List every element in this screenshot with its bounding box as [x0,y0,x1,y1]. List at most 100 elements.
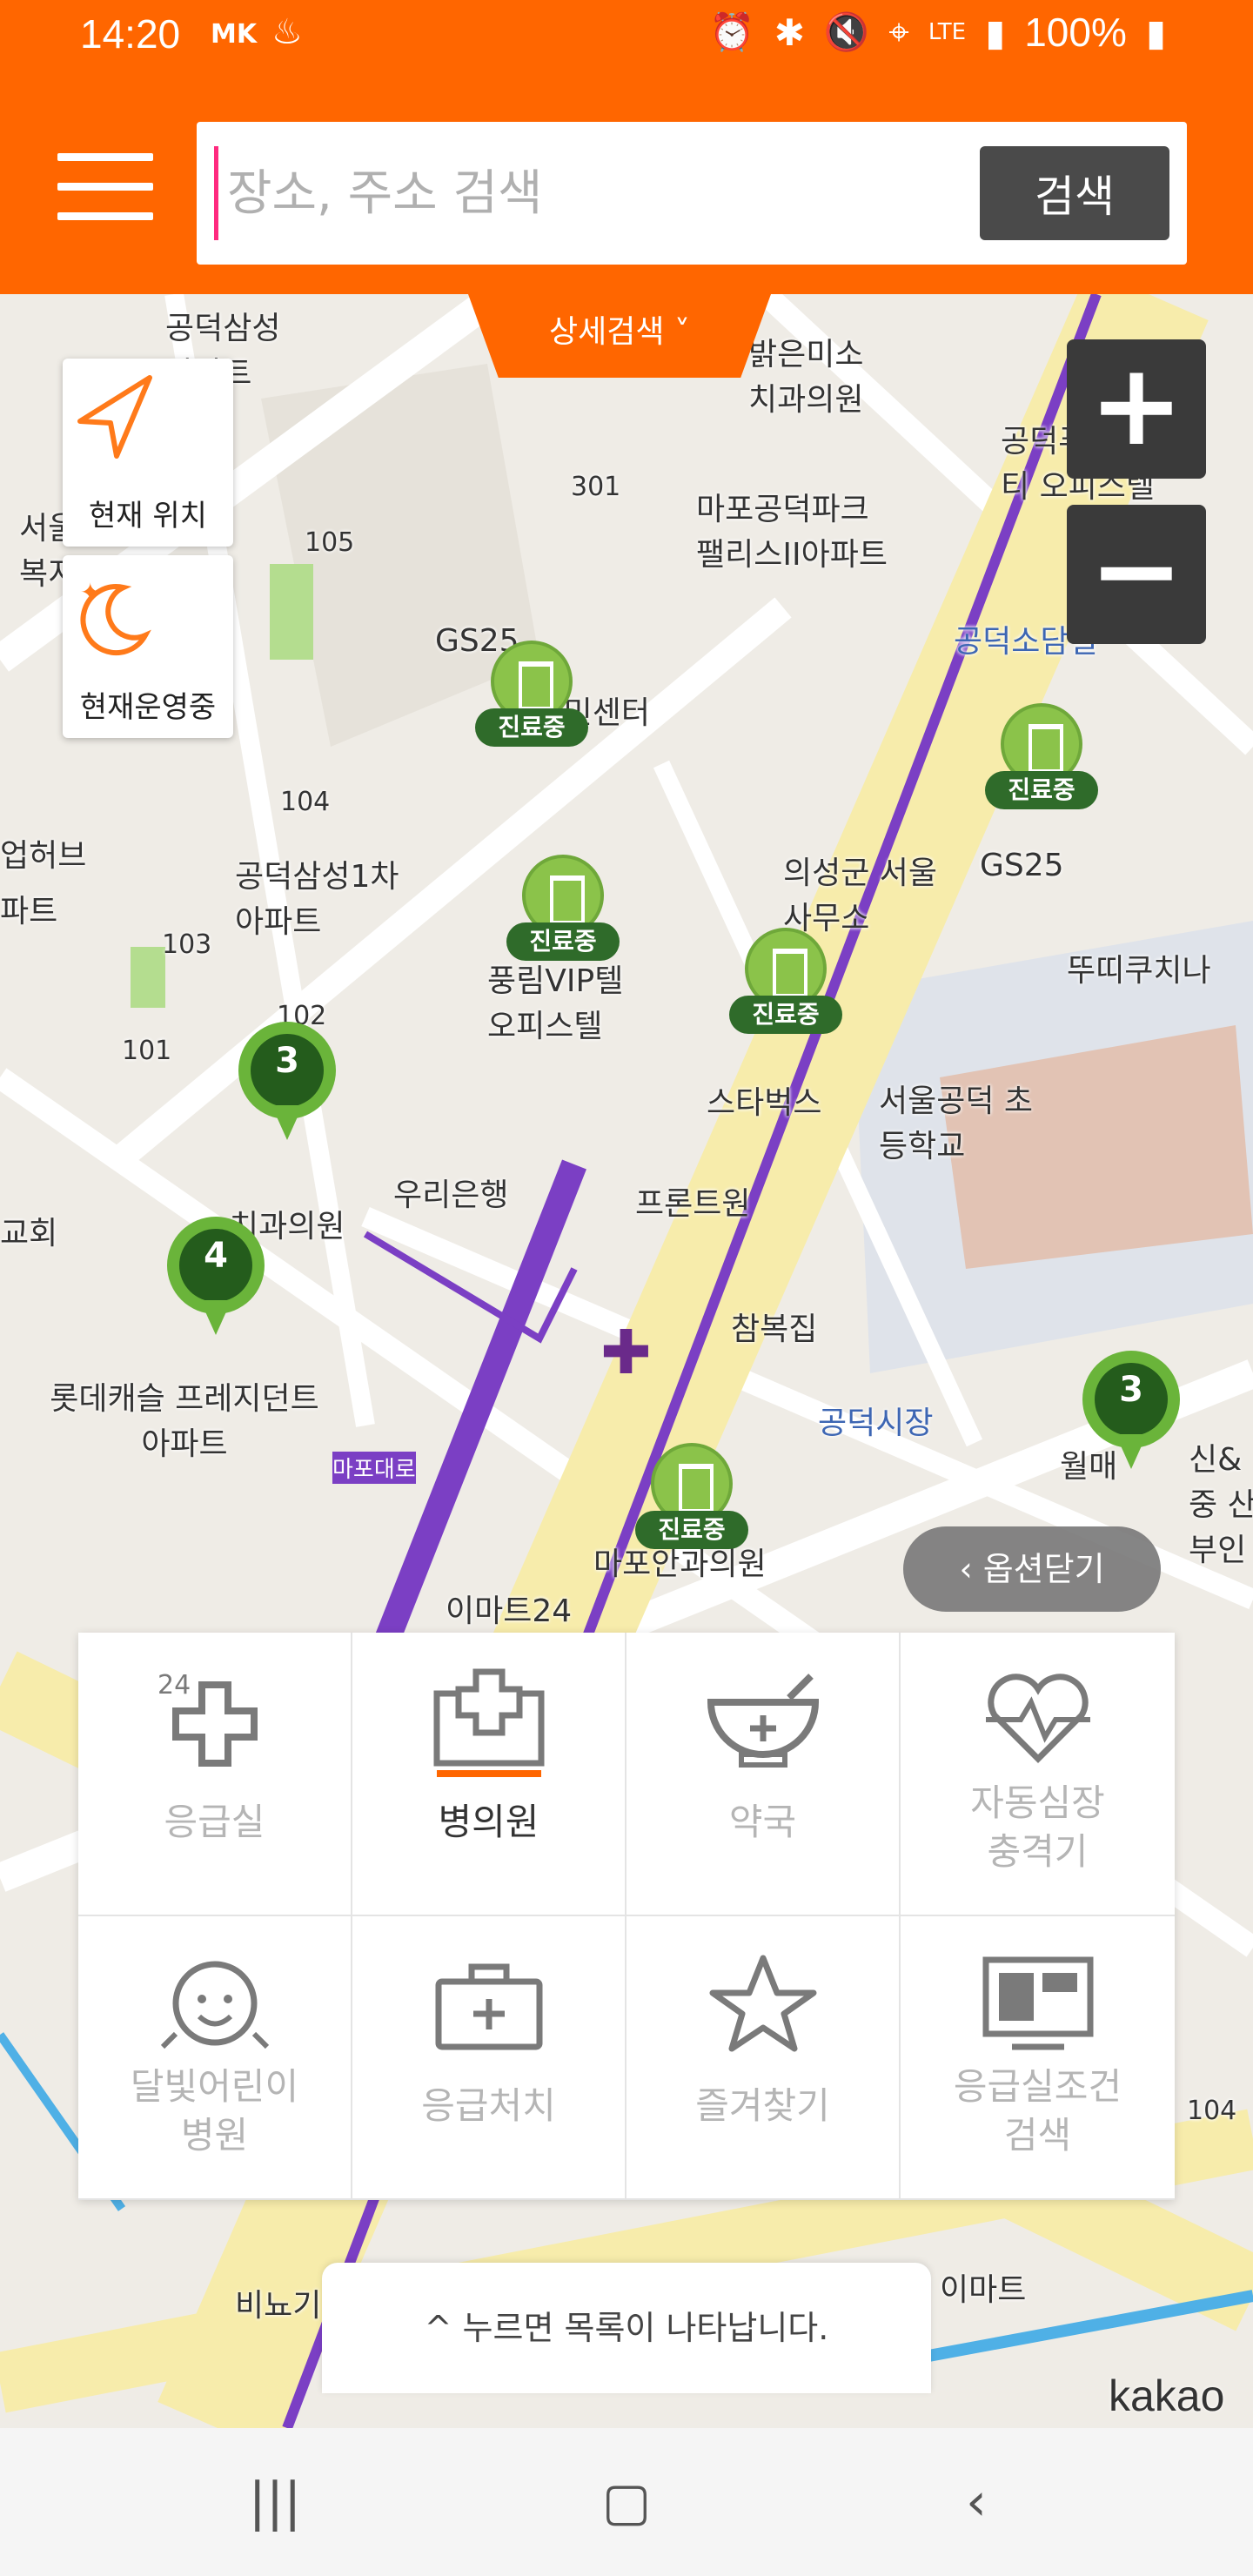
status-bar: 14:20 MK ♨ ⏰ ✱ 🔇 ⌖ LTE ▮ 100% ▮ [0,0,1253,73]
map-label: 업허브 [0,838,87,874]
map-label: 비뇨기 [235,2288,322,2324]
category-label: 병의원 [438,1801,539,1843]
cluster-marker[interactable]: 3 [238,1022,336,1144]
map-label: 101 [122,1036,172,1066]
detail-search-tab[interactable]: 상세검색 ˅ [468,294,771,378]
cluster-marker[interactable]: 4 [167,1217,265,1338]
map-label: 서울공덕 초등학교 [879,1083,1034,1164]
options-close-button[interactable]: ‹ 옵션닫기 [903,1526,1161,1612]
open-now-button[interactable]: ✦ 현재운영중 [63,555,233,738]
hospital-pin[interactable]: 진료중 [475,641,588,771]
map-label: 105 [305,527,355,558]
map-label: 밝은미소 치과의원 [748,337,864,418]
map-label: 마포대로 [332,1452,416,1484]
battery-level: 100% [1024,10,1127,55]
map-label: 공덕시장 [818,1405,934,1441]
cluster-count: 3 [275,1041,299,1081]
cluster-marker[interactable]: 3 [1082,1351,1180,1472]
system-nav-bar: ||| ▢ ‹ [0,2428,1253,2576]
status-time: 14:20 [80,11,181,57]
zoom-out-button[interactable]: − [1067,505,1206,644]
alarm-icon: ⏰ [709,10,755,53]
map-label: 롯데캐슬 프레지던트아파트 [50,1381,319,1462]
pharmacy-icon [707,1674,819,1768]
mute-icon: 🔇 [823,10,870,53]
list-hint-label: 누르면 목록이 나타납니다. [462,2309,829,2347]
home-icon[interactable]: ▢ [574,2463,679,2541]
svg-text:24: 24 [157,1670,191,1701]
child-hospital-icon [160,1961,269,2049]
map-label: 이마트24 [446,1593,573,1629]
category-favorites[interactable]: 즐겨찾기 [626,1916,901,2200]
chevron-left-icon: ‹ [959,1550,983,1588]
search-bar: 검색 [197,122,1187,265]
hospital-pin[interactable]: 진료중 [985,703,1098,834]
map-label: 공덕삼성1차 아파트 [235,859,399,940]
category-aed[interactable]: 자동심장 충격기 [901,1633,1175,1916]
map-label: 파트 [0,894,58,929]
options-close-label: 옵션닫기 [982,1550,1105,1588]
chevron-up-icon: ^ [424,2309,463,2347]
list-toggle-button[interactable]: ^ 누르면 목록이 나타납니다. [322,2263,931,2393]
category-label: 응급처치 [421,2084,556,2127]
category-child-hospital[interactable]: 달빛어린이 병원 [78,1916,352,2200]
hospital-pin[interactable]: 진료중 [506,855,620,985]
map-label: 참복집 [731,1311,818,1347]
battery-icon: ▮ [1145,10,1166,54]
map-label: 스타벅스 [707,1085,822,1121]
category-label: 즐겨찾기 [695,2084,830,2127]
recent-apps-icon[interactable]: ||| [223,2463,327,2541]
monitor-icon [982,1956,1093,2050]
map-label: 이마트 [940,2272,1027,2308]
bluetooth-icon: ✱ [774,10,805,54]
open-status-tag: 진료중 [635,1511,748,1549]
category-pharmacy[interactable]: 약국 [626,1633,901,1916]
my-location-button[interactable]: 현재 위치 [63,359,233,547]
carrier-label: MK [211,19,258,50]
hospital-pin[interactable]: 진료중 [729,928,842,1058]
network-type: LTE [928,19,967,45]
hospital-pin[interactable]: 진료중 [635,1443,748,1573]
app-header: 14:20 MK ♨ ⏰ ✱ 🔇 ⌖ LTE ▮ 100% ▮ 검색 [0,0,1253,294]
zoom-in-button[interactable]: + [1067,339,1206,479]
moon-icon: ✦ [80,578,151,656]
my-location-label: 현재 위치 [89,499,207,533]
emergency-24-icon: 24 [157,1670,258,1767]
map-label: 103 [162,929,212,960]
navigation-arrow-icon [77,375,152,459]
map-label: 뚜띠쿠치나 [1067,953,1211,989]
kakao-logo: kakao [1109,2371,1225,2420]
status-icons: ⏰ ✱ 🔇 ⌖ LTE ▮ 100% ▮ [709,9,1166,56]
map-label: 교회 [0,1216,58,1251]
first-aid-icon [435,1963,542,2050]
map-label: GS25 [980,848,1064,883]
category-grid: 24 응급실 병의원 약국 자동심장 충격기 달빛어린이 병원 응급처치 즐겨찾… [78,1633,1175,2200]
category-label: 달빛어린이 병원 [130,2065,299,2157]
category-er-search[interactable]: 응급실조건 검색 [901,1916,1175,2200]
open-now-label: 현재운영중 [79,690,217,725]
category-label: 응급실조건 검색 [953,2065,1122,2157]
map-label: 의성군 서울사무소 [783,855,938,936]
search-input[interactable] [214,146,962,240]
search-button[interactable]: 검색 [980,146,1169,240]
hospital-icon [433,1668,544,1777]
category-hospital[interactable]: 병의원 [352,1633,626,1916]
category-first-aid[interactable]: 응급처치 [352,1916,626,2200]
open-status-tag: 진료중 [475,708,588,747]
map-label: 프론트원 [635,1186,751,1222]
hamburger-menu-icon[interactable] [57,153,153,220]
signal-icon: ▮ [985,10,1006,54]
location-icon: ⌖ [888,10,909,53]
map-label: 신&중 산부인 [1189,1442,1253,1568]
svg-text:✚: ✚ [600,1317,652,1388]
map-label: 마포공덕파크 팰리스II아파트 [696,492,888,573]
map-label: 104 [280,787,331,817]
category-label: 자동심장 충격기 [970,1781,1105,1873]
back-icon[interactable]: ‹ [924,2463,1029,2541]
aed-icon [985,1674,1090,1763]
open-status-tag: 진료중 [729,996,842,1034]
category-emergency-room[interactable]: 24 응급실 [78,1633,352,1916]
open-status-tag: 진료중 [985,771,1098,809]
open-status-tag: 진료중 [506,922,620,961]
star-icon [709,1955,816,2052]
